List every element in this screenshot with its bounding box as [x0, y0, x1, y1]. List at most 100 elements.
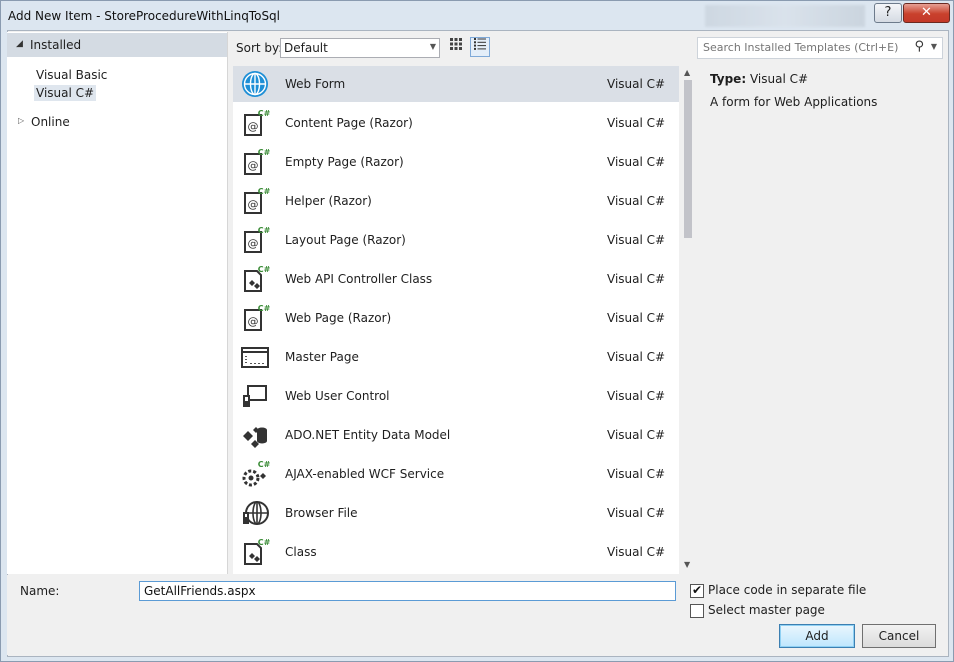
- tree-item-online[interactable]: Online: [31, 115, 70, 129]
- template-language: Visual C#: [607, 311, 666, 325]
- scrollbar-thumb[interactable]: [684, 80, 692, 238]
- template-name: Web API Controller Class: [285, 272, 433, 286]
- tree-header-installed[interactable]: ◢ Installed: [7, 33, 227, 57]
- template-language: Visual C#: [607, 428, 666, 442]
- name-label: Name:: [20, 584, 60, 598]
- search-dropdown-arrow-icon[interactable]: ▼: [931, 42, 937, 51]
- browser-file-icon: [240, 498, 270, 528]
- template-row[interactable]: @ C# Web Page (Razor) Visual C#: [233, 300, 679, 336]
- template-name: ADO.NET Entity Data Model: [285, 428, 451, 442]
- separate-file-checkbox[interactable]: ✔: [690, 583, 704, 598]
- user-control-icon: [240, 381, 270, 411]
- template-name: Web User Control: [285, 389, 390, 403]
- window-title: Add New Item - StoreProcedureWithLinqToS…: [8, 9, 281, 23]
- title-bar: Add New Item - StoreProcedureWithLinqToS…: [1, 1, 953, 31]
- template-name: Layout Page (Razor): [285, 233, 406, 247]
- svg-text:C#: C#: [258, 187, 270, 196]
- collapsed-arrow-icon[interactable]: ▷: [18, 116, 24, 125]
- template-name: Empty Page (Razor): [285, 155, 404, 169]
- template-list-scrollbar[interactable]: ▲ ▼: [680, 66, 696, 574]
- svg-text:C#: C#: [258, 265, 270, 274]
- class-file-icon: C#: [240, 264, 271, 294]
- tree-item-visual-csharp[interactable]: Visual C#: [34, 85, 97, 101]
- close-button[interactable]: ✕: [903, 3, 950, 23]
- separate-file-label[interactable]: Place code in separate file: [708, 583, 866, 597]
- cancel-button[interactable]: Cancel: [862, 624, 936, 648]
- template-row[interactable]: Master Page Visual C#: [233, 339, 679, 375]
- template-language: Visual C#: [607, 194, 666, 208]
- svg-text:@: @: [248, 120, 259, 133]
- list-view-icon: [474, 38, 486, 50]
- category-tree: ◢ Installed Visual Basic Visual C# ▷ Onl…: [7, 32, 228, 574]
- template-row[interactable]: C# Web API Controller Class Visual C#: [233, 261, 679, 297]
- razor-page-icon: @ C#: [240, 186, 271, 216]
- type-label: Type:: [710, 72, 747, 86]
- template-name: Content Page (Razor): [285, 116, 413, 130]
- template-name: Browser File: [285, 506, 358, 520]
- template-language: Visual C#: [607, 116, 666, 130]
- search-templates-box[interactable]: ⚲ ▼: [697, 37, 943, 59]
- type-value: Visual C#: [749, 72, 809, 86]
- svg-text:C#: C#: [258, 109, 270, 118]
- svg-text:@: @: [248, 198, 259, 211]
- type-line: Type: Visual C#: [710, 72, 808, 86]
- svg-text:@: @: [248, 237, 259, 250]
- globe-icon: [240, 69, 270, 99]
- class-file-icon: C#: [240, 537, 271, 567]
- wcf-service-icon: C#: [240, 459, 271, 489]
- tree-item-visual-basic[interactable]: Visual Basic: [34, 67, 109, 83]
- add-button[interactable]: Add: [779, 624, 855, 648]
- template-language: Visual C#: [607, 389, 666, 403]
- template-language: Visual C#: [607, 77, 666, 91]
- template-name: AJAX-enabled WCF Service: [285, 467, 445, 481]
- svg-text:C#: C#: [258, 226, 270, 235]
- master-page-checkbox[interactable]: [690, 604, 704, 618]
- name-input[interactable]: [142, 583, 671, 599]
- razor-page-icon: @ C#: [240, 303, 271, 333]
- template-row[interactable]: @ C# Layout Page (Razor) Visual C#: [233, 222, 679, 258]
- svg-text:@: @: [248, 159, 259, 172]
- background-window-blur: [705, 5, 865, 27]
- grid-view-button[interactable]: [446, 37, 466, 57]
- grid-view-icon: [450, 38, 462, 50]
- template-row[interactable]: @ C# Empty Page (Razor) Visual C#: [233, 144, 679, 180]
- list-view-button[interactable]: [470, 37, 490, 57]
- template-name: Web Form: [285, 77, 346, 91]
- template-name: Class: [285, 545, 317, 559]
- entity-model-icon: [240, 420, 270, 450]
- search-icon[interactable]: ⚲: [914, 39, 924, 54]
- template-row[interactable]: Web User Control Visual C#: [233, 378, 679, 414]
- razor-page-icon: @ C#: [240, 225, 271, 255]
- name-field[interactable]: [139, 581, 676, 601]
- template-row[interactable]: C# Class Visual C#: [233, 534, 679, 570]
- template-language: Visual C#: [607, 545, 666, 559]
- template-name: Helper (Razor): [285, 194, 372, 208]
- template-row[interactable]: C# AJAX-enabled WCF Service Visual C#: [233, 456, 679, 492]
- sort-by-label: Sort by:: [236, 41, 283, 55]
- help-button[interactable]: ?: [874, 3, 902, 23]
- template-language: Visual C#: [607, 506, 666, 520]
- svg-text:C#: C#: [258, 538, 270, 547]
- svg-text:@: @: [248, 315, 259, 328]
- template-language: Visual C#: [607, 467, 666, 481]
- template-name: Web Page (Razor): [285, 311, 392, 325]
- sort-by-value: Default: [284, 41, 328, 55]
- template-row[interactable]: ADO.NET Entity Data Model Visual C#: [233, 417, 679, 453]
- razor-page-icon: @ C#: [240, 108, 271, 138]
- template-language: Visual C#: [607, 350, 666, 364]
- template-row[interactable]: Browser File Visual C#: [233, 495, 679, 531]
- template-language: Visual C#: [607, 233, 666, 247]
- template-language: Visual C#: [607, 155, 666, 169]
- template-row[interactable]: Web Form Visual C#: [233, 66, 679, 102]
- template-row[interactable]: @ C# Content Page (Razor) Visual C#: [233, 105, 679, 141]
- template-list: Web Form Visual C# @ C# Content Page (Razor)…: [233, 66, 679, 574]
- search-input[interactable]: [701, 40, 910, 55]
- master-page-label[interactable]: Select master page: [708, 603, 825, 617]
- template-row[interactable]: @ C# Helper (Razor) Visual C#: [233, 183, 679, 219]
- template-name: Master Page: [285, 350, 359, 364]
- checkmark-icon: ✔: [692, 583, 703, 597]
- sort-by-dropdown[interactable]: Default ▼: [280, 38, 440, 58]
- expanded-arrow-icon: ◢: [16, 39, 23, 49]
- scroll-down-icon[interactable]: ▼: [684, 560, 690, 569]
- scroll-up-icon[interactable]: ▲: [684, 68, 690, 77]
